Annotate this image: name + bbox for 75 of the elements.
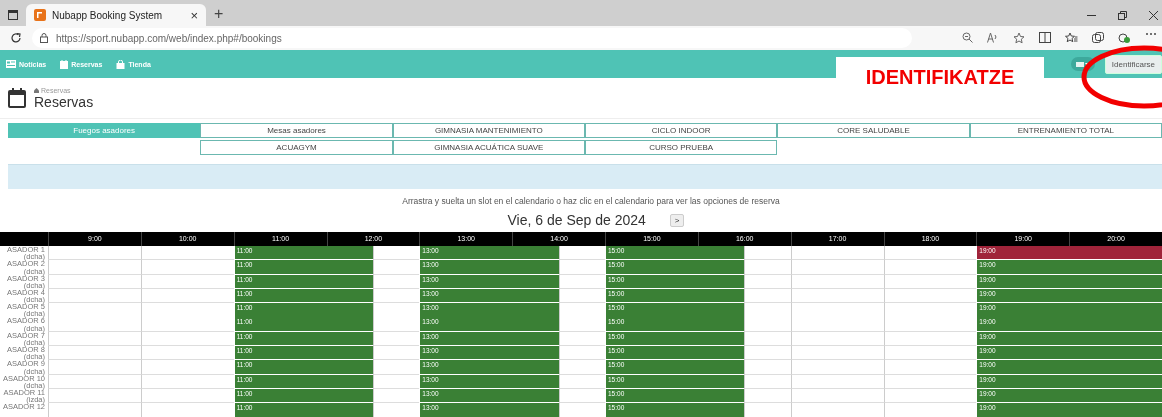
bag-icon (116, 59, 126, 69)
calendar-cell[interactable] (140, 346, 234, 361)
collections-icon[interactable] (1092, 32, 1104, 44)
calendar-cell[interactable] (140, 317, 234, 332)
category-tab[interactable]: CORE SALUDABLE (777, 123, 970, 138)
instructions-text: Arrastra y suelta un slot en el calendario o haz clic en el calendario para ver las opciones de reserva (401, 196, 781, 206)
calendar-cell[interactable] (790, 346, 884, 361)
calendar-cell[interactable] (48, 346, 141, 361)
category-tab[interactable]: Mesas asadores (200, 123, 393, 138)
calendar-cell[interactable] (883, 317, 977, 332)
calendar-cell[interactable] (883, 246, 977, 261)
calendar-icon (60, 59, 69, 69)
calendar-cell[interactable] (790, 260, 884, 275)
close-icon[interactable] (1149, 11, 1158, 20)
calendar-cell[interactable] (558, 246, 605, 261)
extension-icon[interactable] (1118, 32, 1131, 44)
calendar-cell[interactable] (372, 317, 420, 332)
calendar-cell[interactable] (744, 360, 791, 375)
category-tab[interactable]: CICLO INDOOR (585, 123, 778, 138)
caret-icon (1085, 62, 1090, 66)
flag-icon (1076, 61, 1085, 67)
reload-icon[interactable] (10, 32, 22, 44)
site-icon (34, 9, 46, 21)
category-tab[interactable]: GIMNASIA ACUÁTICA SUAVE (392, 140, 585, 155)
restore-icon[interactable] (1118, 11, 1127, 20)
calendar-cell[interactable] (48, 317, 141, 332)
calendar-cell[interactable] (883, 260, 977, 275)
calendar-cell[interactable] (744, 260, 791, 275)
calendar-cell[interactable] (558, 260, 605, 275)
close-tab-button[interactable]: × (190, 7, 198, 23)
next-day-button[interactable]: > (669, 213, 685, 227)
tab-title: Nubapp Booking System (52, 9, 164, 21)
calendar-cell[interactable] (744, 346, 791, 361)
calendar-cell[interactable] (372, 346, 420, 361)
calendar-cell[interactable] (558, 317, 605, 332)
calendar-cell[interactable] (372, 360, 420, 375)
tab-actions-icon[interactable] (8, 10, 18, 20)
category-tab[interactable]: GIMNASIA MANTENIMIENTO (392, 123, 585, 138)
calendar-cell[interactable] (140, 360, 234, 375)
more-icon[interactable] (1145, 32, 1157, 36)
calendar-cell[interactable] (790, 246, 884, 261)
date-heading: Vie, 6 de Sep de 2024 (507, 212, 646, 228)
calendar-cell[interactable] (372, 246, 420, 261)
calendar-cell[interactable] (883, 360, 977, 375)
calendar-cell[interactable] (558, 346, 605, 361)
calendar-cell[interactable] (883, 346, 977, 361)
calendar-cell[interactable] (790, 317, 884, 332)
browser-tab[interactable]: Nubapp Booking System × (26, 4, 206, 26)
category-tab[interactable]: CURSO PRUEBA (585, 140, 778, 155)
url-text: https://sport.nubapp.com/web/index.php#/bookings (56, 32, 282, 44)
calendar-cell[interactable] (790, 360, 884, 375)
calendar-cell[interactable] (140, 246, 234, 261)
login-button[interactable]: Identificarse (1104, 54, 1162, 74)
new-tab-button[interactable]: + (214, 5, 224, 23)
read-aloud-icon[interactable] (987, 32, 999, 43)
home-icon[interactable] (34, 87, 39, 93)
favorites-icon[interactable] (1065, 32, 1078, 44)
zoom-icon[interactable] (962, 32, 973, 43)
calendar-icon (8, 88, 26, 108)
category-tab[interactable]: ENTRENAMIENTO TOTAL (969, 123, 1162, 138)
lock-icon (40, 33, 48, 43)
calendar-cell[interactable] (48, 360, 141, 375)
page-title: Reservas (34, 93, 94, 110)
split-screen-icon[interactable] (1039, 32, 1051, 43)
newspaper-icon (6, 60, 16, 68)
calendar-cell[interactable] (744, 317, 791, 332)
calendar-cell[interactable] (372, 260, 420, 275)
calendar-cell[interactable] (48, 246, 141, 261)
star-icon[interactable] (1013, 32, 1025, 44)
category-tab[interactable]: ACUAGYM (200, 140, 393, 155)
calendar-cell[interactable] (48, 260, 141, 275)
calendar-cell[interactable] (558, 360, 605, 375)
calendar-cell[interactable] (140, 260, 234, 275)
calendar-cell[interactable] (744, 246, 791, 261)
address-bar[interactable]: https://sport.nubapp.com/web/index.php#/bookings (32, 28, 912, 48)
